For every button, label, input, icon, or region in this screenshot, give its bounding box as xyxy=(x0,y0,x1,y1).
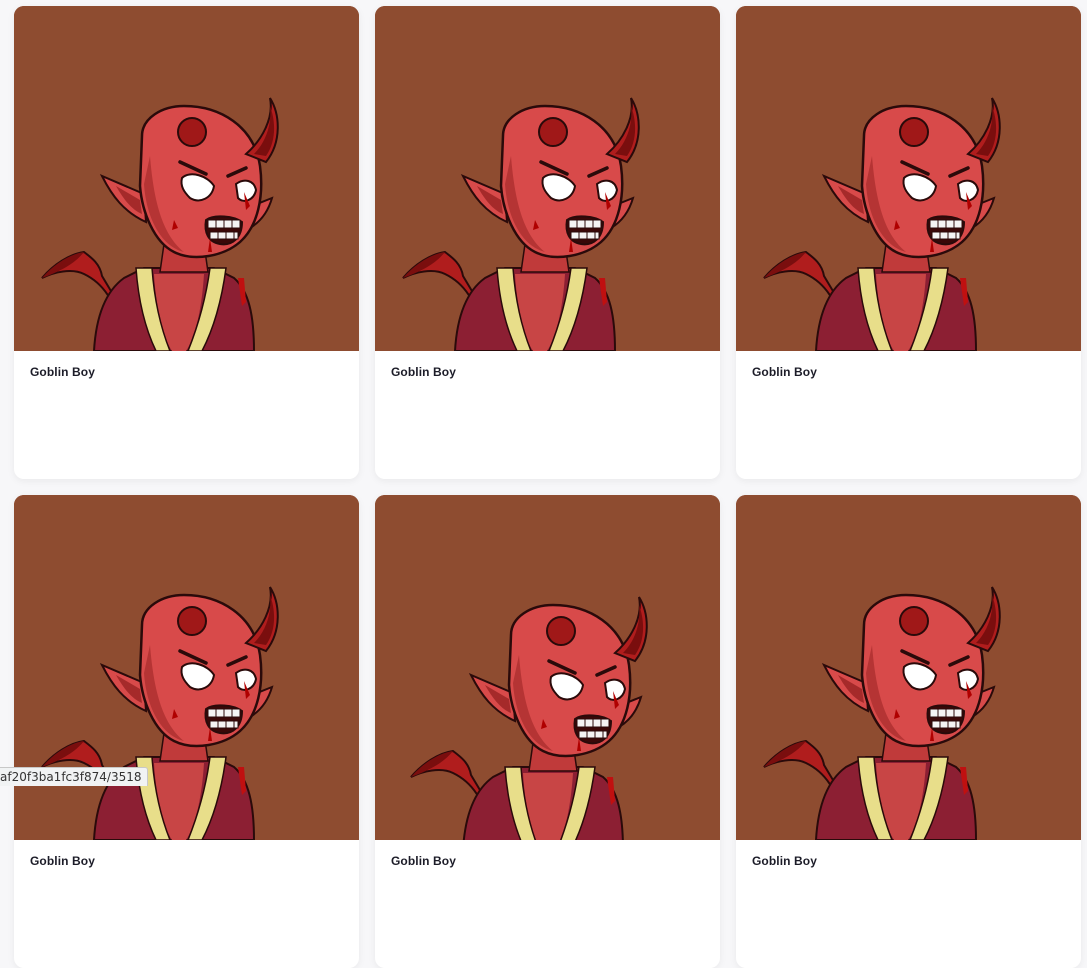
nft-card[interactable]: Goblin Boy xyxy=(14,495,359,968)
nft-image[interactable] xyxy=(736,6,1081,351)
nft-title[interactable]: Goblin Boy xyxy=(14,351,359,379)
status-url: af20f3ba1fc3f874/3518 xyxy=(0,770,141,784)
nft-title[interactable]: Goblin Boy xyxy=(736,840,1081,868)
nft-image[interactable] xyxy=(375,495,720,840)
nft-card[interactable]: Goblin Boy xyxy=(14,6,359,479)
nft-card[interactable]: Goblin Boy xyxy=(736,6,1081,479)
nft-card[interactable]: Goblin Boy xyxy=(736,495,1081,968)
nft-title[interactable]: Goblin Boy xyxy=(736,351,1081,379)
collection-grid: Goblin Boy Goblin Boy Goblin Boy Goblin … xyxy=(14,6,1081,968)
nft-image[interactable] xyxy=(14,6,359,351)
browser-status-bar: af20f3ba1fc3f874/3518 xyxy=(0,767,148,786)
nft-image[interactable] xyxy=(375,6,720,351)
nft-title[interactable]: Goblin Boy xyxy=(14,840,359,868)
nft-card[interactable]: Goblin Boy xyxy=(375,6,720,479)
nft-title[interactable]: Goblin Boy xyxy=(375,840,720,868)
nft-title[interactable]: Goblin Boy xyxy=(375,351,720,379)
nft-card[interactable]: Goblin Boy xyxy=(375,495,720,968)
nft-image[interactable] xyxy=(736,495,1081,840)
nft-image[interactable] xyxy=(14,495,359,840)
